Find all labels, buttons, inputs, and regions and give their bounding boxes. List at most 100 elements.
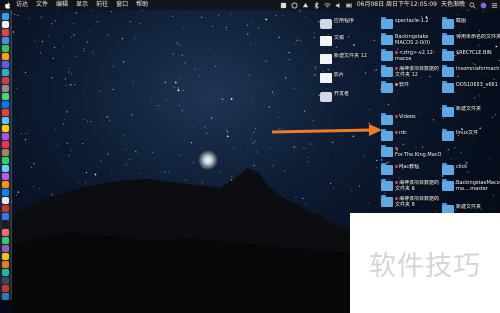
red-tag-icon	[395, 165, 398, 168]
dock-app-icon[interactable]	[2, 181, 9, 188]
folder-icon	[442, 163, 454, 175]
desktop-item-label: 待用未命名的文件夹	[456, 34, 500, 40]
dock-app-icon[interactable]	[2, 13, 9, 20]
document-icon	[320, 54, 332, 64]
dock-app-icon[interactable]	[2, 229, 9, 236]
bluetooth-icon[interactable]	[313, 1, 320, 9]
dock-app-icon[interactable]	[2, 93, 9, 100]
folder-icon	[442, 179, 454, 191]
menu-bar: 访达 文件 编辑 显示 前往 窗口 帮助 06月08日 周日下午12:05:09…	[0, 0, 500, 10]
desktop-item-label: 截图	[456, 18, 467, 24]
dock-app-icon[interactable]	[2, 61, 9, 68]
desktop-item-label: 软件	[395, 82, 441, 88]
red-tag-icon	[395, 51, 398, 54]
dock-app-icon[interactable]	[2, 69, 9, 76]
dock-app-icon[interactable]	[2, 53, 9, 60]
folder-icon	[381, 163, 393, 175]
desktop-item-label: 海神该项目数据的文件夹 8	[395, 196, 440, 208]
desktop-item[interactable]: 影片	[320, 70, 378, 90]
dock-app-icon[interactable]	[2, 157, 9, 164]
siri-icon[interactable]	[480, 2, 487, 9]
dock-app-icon[interactable]	[2, 253, 9, 260]
desktop-item[interactable]: 软件	[381, 80, 439, 100]
menu-window[interactable]: 窗口	[112, 0, 132, 10]
red-tag-icon	[395, 67, 398, 70]
clock[interactable]: 06月08日 周日下午12:05:09	[357, 0, 437, 10]
menu-go[interactable]: 前往	[92, 0, 112, 10]
search-icon[interactable]	[469, 2, 476, 9]
dock-app-icon[interactable]	[2, 245, 9, 252]
menu-view[interactable]: 显示	[72, 0, 92, 10]
notification-center-icon[interactable]	[491, 2, 498, 9]
desktop-item-label: $RECYCLE.BIN	[456, 50, 492, 56]
watermark: 软件技巧	[350, 213, 500, 313]
dock-app-icon[interactable]	[2, 213, 9, 220]
dock-app-icon[interactable]	[2, 189, 9, 196]
desktop-item[interactable]: 新建文件夹 12	[320, 51, 378, 71]
dock-app-icon[interactable]	[2, 285, 9, 292]
dock-app-icon[interactable]	[2, 85, 9, 92]
menu-help[interactable]: 帮助	[132, 0, 152, 10]
dock-app-icon[interactable]	[2, 29, 9, 36]
desktop-item[interactable]: BackingstaeMacos-ma....master	[442, 178, 500, 198]
desktop-item-label: click	[456, 164, 468, 170]
dock-app-icon[interactable]	[2, 141, 9, 148]
orange-tag-icon	[395, 83, 398, 86]
desktop-item[interactable]: 文稿	[320, 33, 378, 53]
menu-edit[interactable]: 编辑	[52, 0, 72, 10]
desktop-item-label: Mac教程	[395, 164, 441, 170]
wifi-icon[interactable]	[324, 2, 331, 9]
dock-app-icon[interactable]	[2, 197, 9, 204]
desktop-item-label: 影片	[334, 72, 345, 78]
app-icon	[320, 92, 332, 102]
dock-app-icon[interactable]	[2, 117, 9, 124]
red-tag-icon	[395, 115, 398, 118]
desktop-item-label: 新建文件夹	[456, 204, 482, 210]
desktop-item-label: 新建文件夹 12	[334, 53, 367, 59]
dock-app-icon[interactable]	[2, 125, 9, 132]
desktop-item[interactable]: DOS10653_v661	[442, 80, 500, 100]
dock-app-icon[interactable]	[2, 205, 9, 212]
desktop-item-label: Videos	[395, 114, 441, 120]
status-app-icon-2[interactable]	[291, 1, 298, 9]
desktop-item[interactable]: 海神该项目数据的文件夹 8	[381, 194, 439, 214]
desktop-item[interactable]: 开发者	[320, 89, 378, 109]
menu-finder[interactable]: 访达	[12, 0, 32, 10]
folder-icon	[442, 81, 454, 93]
dock-app-icon[interactable]	[2, 133, 9, 140]
desktop-item[interactable]: 新建文件夹	[442, 104, 500, 124]
dock-app-icon[interactable]	[2, 77, 9, 84]
status-app-icon[interactable]	[280, 2, 287, 9]
menu-file[interactable]: 文件	[32, 0, 52, 10]
user-name[interactable]: 天色渐晚	[441, 0, 465, 10]
dock-app-icon[interactable]	[2, 101, 9, 108]
desktop-item[interactable]: linux文件	[442, 128, 500, 148]
dock-app-icon[interactable]	[2, 165, 9, 172]
dock-app-icon[interactable]	[2, 21, 9, 28]
document-icon	[320, 36, 332, 46]
watermark-text: 软件技巧	[369, 250, 481, 282]
desktop-item-label: 开发者	[334, 91, 350, 97]
dock-app-icon[interactable]	[2, 269, 9, 276]
desktop-item-label: 海神该项目数据的文件夹 12	[395, 66, 440, 78]
volume-icon[interactable]	[335, 2, 342, 9]
battery-icon[interactable]	[346, 2, 353, 9]
dock-app-icon[interactable]	[2, 261, 9, 268]
dock-app-icon[interactable]	[2, 237, 9, 244]
dock-app-icon[interactable]	[2, 277, 9, 284]
dock-app-icon[interactable]	[2, 37, 9, 44]
document-icon	[320, 73, 332, 83]
dock-app-icon[interactable]	[2, 173, 9, 180]
desktop-item-label: 新建文件夹	[456, 106, 482, 112]
dock-app-icon[interactable]	[2, 45, 9, 52]
folder-icon	[381, 81, 393, 93]
dock-app-icon[interactable]	[2, 109, 9, 116]
bright-star	[198, 150, 218, 170]
desktop-item-label: Insomniaformachine_3631	[456, 66, 500, 72]
dock-app-icon[interactable]	[2, 221, 9, 228]
status-app-icon-3[interactable]	[302, 2, 309, 9]
dock-app-icon[interactable]	[2, 149, 9, 156]
dock-app-icon[interactable]	[2, 293, 9, 300]
desktop-item[interactable]: For.The.King.MacOS-..IVATED	[381, 144, 441, 164]
apple-logo-icon[interactable]	[3, 0, 12, 10]
